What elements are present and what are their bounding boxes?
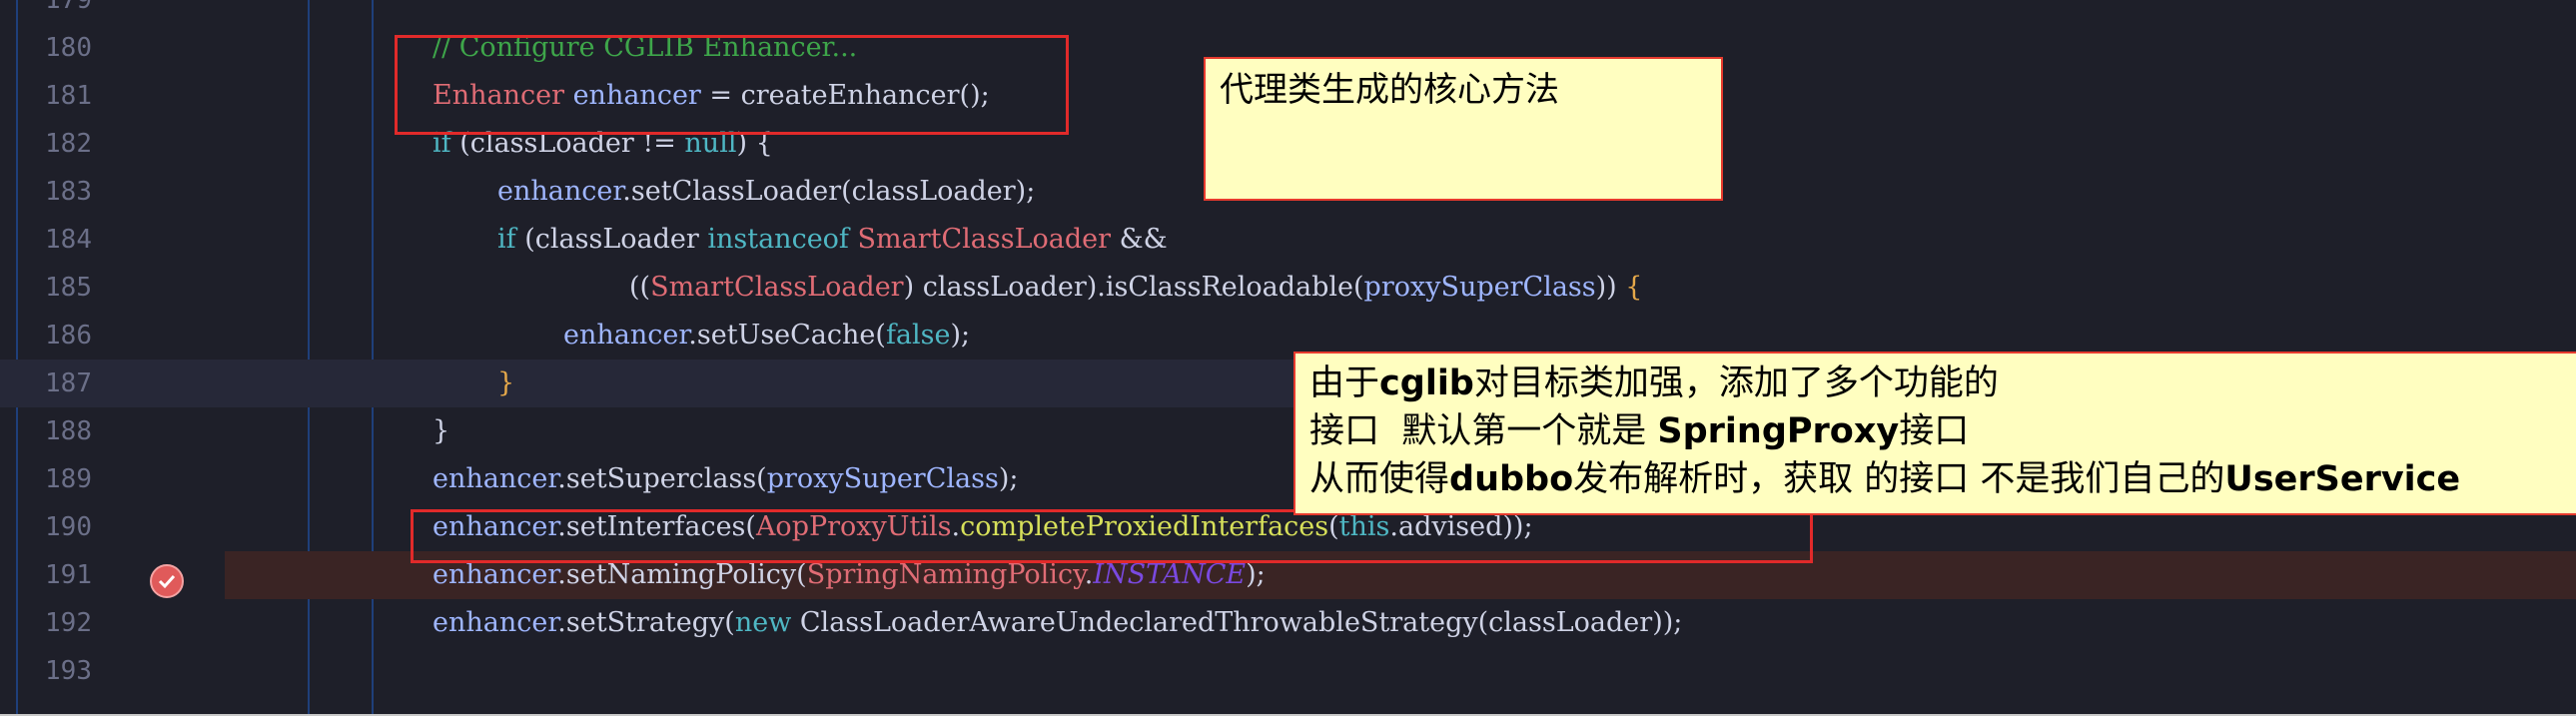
code-line[interactable]: 185 ((SmartClassLoader) classLoader).isCl… [0,264,2576,312]
code-token: instanceof [707,224,849,255]
line-number: 188 [45,416,92,446]
code-token: .setUseCache( [688,320,886,351]
note-explanation: 由于cglib对目标类加强，添加了多个功能的 接口 默认第一个就是 Spring… [1293,352,2576,515]
code-token: )) [1595,272,1626,303]
code-token: if [497,224,516,255]
code-token: INSTANCE [1093,559,1247,590]
line-number: 189 [45,464,92,494]
code-token: enhancer [432,607,558,638]
note-text: 对目标类加强，添加了多个功能的 [1473,363,1999,403]
note-text: 接口 [1899,411,1970,451]
note-text: 由于 [1309,363,1380,403]
code-token: proxySuperClass [1363,272,1596,303]
code-line[interactable]: 192 enhancer.setStrategy(new ClassLoaderA… [0,599,2576,647]
code-token: .setStrategy( [557,607,735,638]
code-token: enhancer [432,463,558,494]
code-text[interactable]: enhancer.setSuperclass(proxySuperClass); [432,455,1018,503]
code-token: ) classLoader).isClassReloadable( [903,272,1364,303]
note-text: 发布解析时，获取 的接口 不是我们自己的 [1573,459,2225,499]
code-token: ); [950,320,971,351]
line-number: 185 [45,273,92,303]
code-editor[interactable]: 179 180// Configure CGLIB Enhancer... 181 E… [0,0,2576,716]
note-bold-text: dubbo [1449,459,1574,499]
code-token: (classLoader [515,224,708,255]
line-number: 180 [45,33,92,63]
code-line[interactable]: 184 if (classLoader instanceof SmartClass… [0,216,2576,264]
note-text: 从而使得 [1309,459,1450,499]
note-bold-text: SpringProxy [1657,411,1900,451]
line-number: 186 [45,321,92,351]
highlight-box-set-interfaces [411,509,1813,563]
code-token: ClassLoaderAwareUndeclaredThrowableStrat… [791,607,1683,638]
code-token: ); [1246,559,1266,590]
code-token: SmartClassLoader [857,224,1112,255]
line-number: 190 [45,512,92,542]
note-text: 接口 默认第一个就是 [1309,411,1658,451]
code-text[interactable]: } [497,360,514,407]
line-number: 193 [45,656,92,686]
code-line[interactable]: 193 [0,647,2576,695]
code-token: { [1625,272,1643,303]
code-token: SmartClassLoader [650,272,904,303]
code-text[interactable]: if (classLoader instanceof SmartClassLoa… [497,216,1168,264]
line-number: 187 [45,368,92,398]
note-core-method-text: 代理类生成的核心方法 [1220,70,1559,110]
line-number: 182 [45,129,92,159]
code-token: enhancer [497,176,623,207]
code-token: proxySuperClass [766,463,999,494]
code-token: .setNamingPolicy( [557,559,807,590]
code-token: .setSuperclass( [557,463,767,494]
note-core-method: 代理类生成的核心方法 [1204,57,1723,201]
highlight-box-create-enhancer [395,35,1069,135]
code-text[interactable]: ((SmartClassLoader) classLoader).isClass… [629,264,1642,312]
code-token: false [885,320,951,351]
code-text[interactable]: enhancer.setUseCache(false); [563,312,970,360]
code-line[interactable]: 179 [0,0,2576,24]
note-explanation-line-3: 从而使得dubbo发布解析时，获取 的接口 不是我们自己的UserService [1309,455,2562,503]
line-number: 184 [45,225,92,255]
note-explanation-line-2: 接口 默认第一个就是 SpringProxy接口 [1309,407,2562,455]
line-number: 181 [45,81,92,111]
code-token: } [432,415,450,446]
code-token: (( [629,272,651,303]
code-text[interactable]: enhancer.setStrategy(new ClassLoaderAwar… [432,599,1682,647]
line-number: 192 [45,608,92,638]
code-token: && [1111,224,1168,255]
code-text[interactable]: } [432,407,449,455]
note-bold-text: UserService [2224,459,2461,499]
note-explanation-line-1: 由于cglib对目标类加强，添加了多个功能的 [1309,360,2562,407]
breakpoint-check-icon[interactable] [150,564,184,598]
line-number: 191 [45,560,92,590]
code-token: .setClassLoader(classLoader); [622,176,1036,207]
code-token: new [734,607,792,638]
code-token: ); [998,463,1019,494]
code-token: } [497,367,515,398]
note-bold-text: cglib [1379,363,1474,403]
line-number: 179 [45,0,92,15]
line-number: 183 [45,177,92,207]
code-token: SpringNamingPolicy [806,559,1085,590]
code-token: enhancer [563,320,689,351]
code-text[interactable]: enhancer.setClassLoader(classLoader); [497,168,1035,216]
code-token: enhancer [432,559,558,590]
